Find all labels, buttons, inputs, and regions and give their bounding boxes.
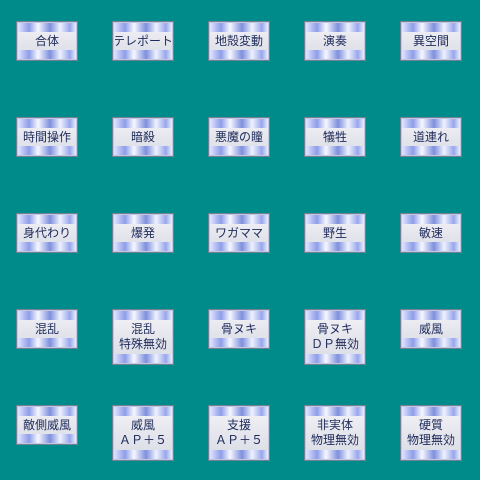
skill-tile[interactable]: 悪魔の瞳 xyxy=(208,117,270,157)
skill-tile-text-line-1: 犠牲 xyxy=(322,129,347,144)
skill-tile-label: 硬質 物理無効 xyxy=(403,416,459,450)
skill-tile[interactable]: 暗殺 xyxy=(112,117,174,157)
skill-tile[interactable]: 野生 xyxy=(304,213,366,253)
skill-tile-text-line-1: ワガママ xyxy=(214,225,263,240)
skill-tile-label: 道連れ xyxy=(403,128,459,146)
skill-tile[interactable]: 敵側威風 xyxy=(16,405,78,445)
skill-tile-label: 爆発 xyxy=(115,224,171,242)
skill-tile[interactable]: 威風 ＡＰ＋５ xyxy=(112,405,174,461)
skill-tile-label: 異空間 xyxy=(403,32,459,50)
skill-tile[interactable]: 異空間 xyxy=(400,21,462,61)
skill-tile-text-line-1: 合体 xyxy=(34,33,59,48)
skill-tile[interactable]: 支援 ＡＰ＋５ xyxy=(208,405,270,461)
skill-tile-label: 威風 ＡＰ＋５ xyxy=(115,416,171,450)
skill-tile[interactable]: 時間操作 xyxy=(16,117,78,157)
skill-tile-label: 混乱 xyxy=(19,320,75,338)
skill-tile[interactable]: 敏速 xyxy=(400,213,462,253)
skill-tile[interactable]: 道連れ xyxy=(400,117,462,157)
skill-tile-text-line-2: 物理無効 xyxy=(406,433,455,447)
skill-tile[interactable]: 身代わり xyxy=(16,213,78,253)
skill-tile-text-line-1: 悪魔の瞳 xyxy=(214,129,263,144)
skill-tile-text-line-2: 物理無効 xyxy=(310,433,359,447)
skill-tile-text-line-1: 道連れ xyxy=(412,129,449,144)
skill-tile[interactable]: 犠牲 xyxy=(304,117,366,157)
skill-tile[interactable]: ワガママ xyxy=(208,213,270,253)
skill-tile-text-line-2: ＡＰ＋５ xyxy=(214,433,263,447)
skill-tile-label: 混乱 特殊無効 xyxy=(115,320,171,354)
skill-tile-label: 暗殺 xyxy=(115,128,171,146)
skill-tile-text-line-1: 敏速 xyxy=(418,225,443,240)
skill-tile[interactable]: 骨ヌキ xyxy=(208,309,270,349)
skill-tile-label: 支援 ＡＰ＋５ xyxy=(211,416,267,450)
skill-tile-label: 骨ヌキ ＤＰ無効 xyxy=(307,320,363,354)
skill-tile[interactable]: 地殻変動 xyxy=(208,21,270,61)
skill-tile-label: 敏速 xyxy=(403,224,459,242)
skill-tile-label: 合体 xyxy=(19,32,75,50)
skill-tile-text-line-1: 暗殺 xyxy=(130,129,155,144)
skill-tile-label: 演奏 xyxy=(307,32,363,50)
skill-tile-label: 威風 xyxy=(403,320,459,338)
skill-tile[interactable]: テレポート xyxy=(112,21,174,61)
skill-tile-label: 犠牲 xyxy=(307,128,363,146)
skill-tile[interactable]: 合体 xyxy=(16,21,78,61)
skill-tile-label: 骨ヌキ xyxy=(211,320,267,338)
skill-tile-text-line-1: 野生 xyxy=(322,225,347,240)
skill-tile-label: 悪魔の瞳 xyxy=(211,128,267,146)
skill-tile-label: 身代わり xyxy=(19,224,75,242)
skill-tile-grid: 合体 テレポート 地殻変動 演奏 異空間 時間操作 暗殺 悪魔の瞳 犠牲 道連れ… xyxy=(0,0,480,480)
skill-tile-label: ワガママ xyxy=(211,224,267,242)
skill-tile-text-line-2: ＡＰ＋５ xyxy=(118,433,167,447)
skill-tile-label: 敵側威風 xyxy=(19,416,75,434)
skill-tile-text-line-2: 特殊無効 xyxy=(118,337,167,351)
skill-tile-text-line-1: 非実体 xyxy=(316,418,353,432)
skill-tile-text-line-1: 威風 xyxy=(418,321,443,336)
skill-tile-text-line-1: 骨ヌキ xyxy=(220,321,257,336)
skill-tile-text-line-1: 異空間 xyxy=(412,33,449,48)
skill-tile-text-line-1: テレポート xyxy=(115,33,171,48)
skill-tile[interactable]: 威風 xyxy=(400,309,462,349)
skill-tile-text-line-1: 支援 xyxy=(226,418,251,432)
skill-tile[interactable]: 演奏 xyxy=(304,21,366,61)
skill-tile-text-line-1: 威風 xyxy=(130,418,155,432)
skill-tile-text-line-1: 地殻変動 xyxy=(214,33,263,48)
skill-tile-label: 地殻変動 xyxy=(211,32,267,50)
skill-tile-text-line-1: 硬質 xyxy=(418,418,443,432)
skill-tile-text-line-1: 爆発 xyxy=(130,225,155,240)
skill-tile[interactable]: 非実体 物理無効 xyxy=(304,405,366,461)
skill-tile-label: 野生 xyxy=(307,224,363,242)
skill-tile-label: 非実体 物理無効 xyxy=(307,416,363,450)
skill-tile[interactable]: 硬質 物理無効 xyxy=(400,405,462,461)
skill-tile-text-line-2: ＤＰ無効 xyxy=(310,337,359,351)
skill-tile[interactable]: 爆発 xyxy=(112,213,174,253)
skill-tile-text-line-1: 時間操作 xyxy=(22,129,71,144)
skill-tile-text-line-1: 演奏 xyxy=(322,33,347,48)
skill-tile[interactable]: 混乱 xyxy=(16,309,78,349)
skill-tile-text-line-1: 混乱 xyxy=(34,321,59,336)
skill-tile[interactable]: 骨ヌキ ＤＰ無効 xyxy=(304,309,366,365)
skill-tile-label: 時間操作 xyxy=(19,128,75,146)
skill-tile-text-line-1: 身代わり xyxy=(22,225,71,240)
skill-tile[interactable]: 混乱 特殊無効 xyxy=(112,309,174,365)
skill-tile-text-line-1: 混乱 xyxy=(130,322,155,336)
skill-tile-text-line-1: 敵側威風 xyxy=(22,417,71,432)
skill-tile-label: テレポート xyxy=(115,32,171,50)
skill-tile-text-line-1: 骨ヌキ xyxy=(316,322,353,336)
